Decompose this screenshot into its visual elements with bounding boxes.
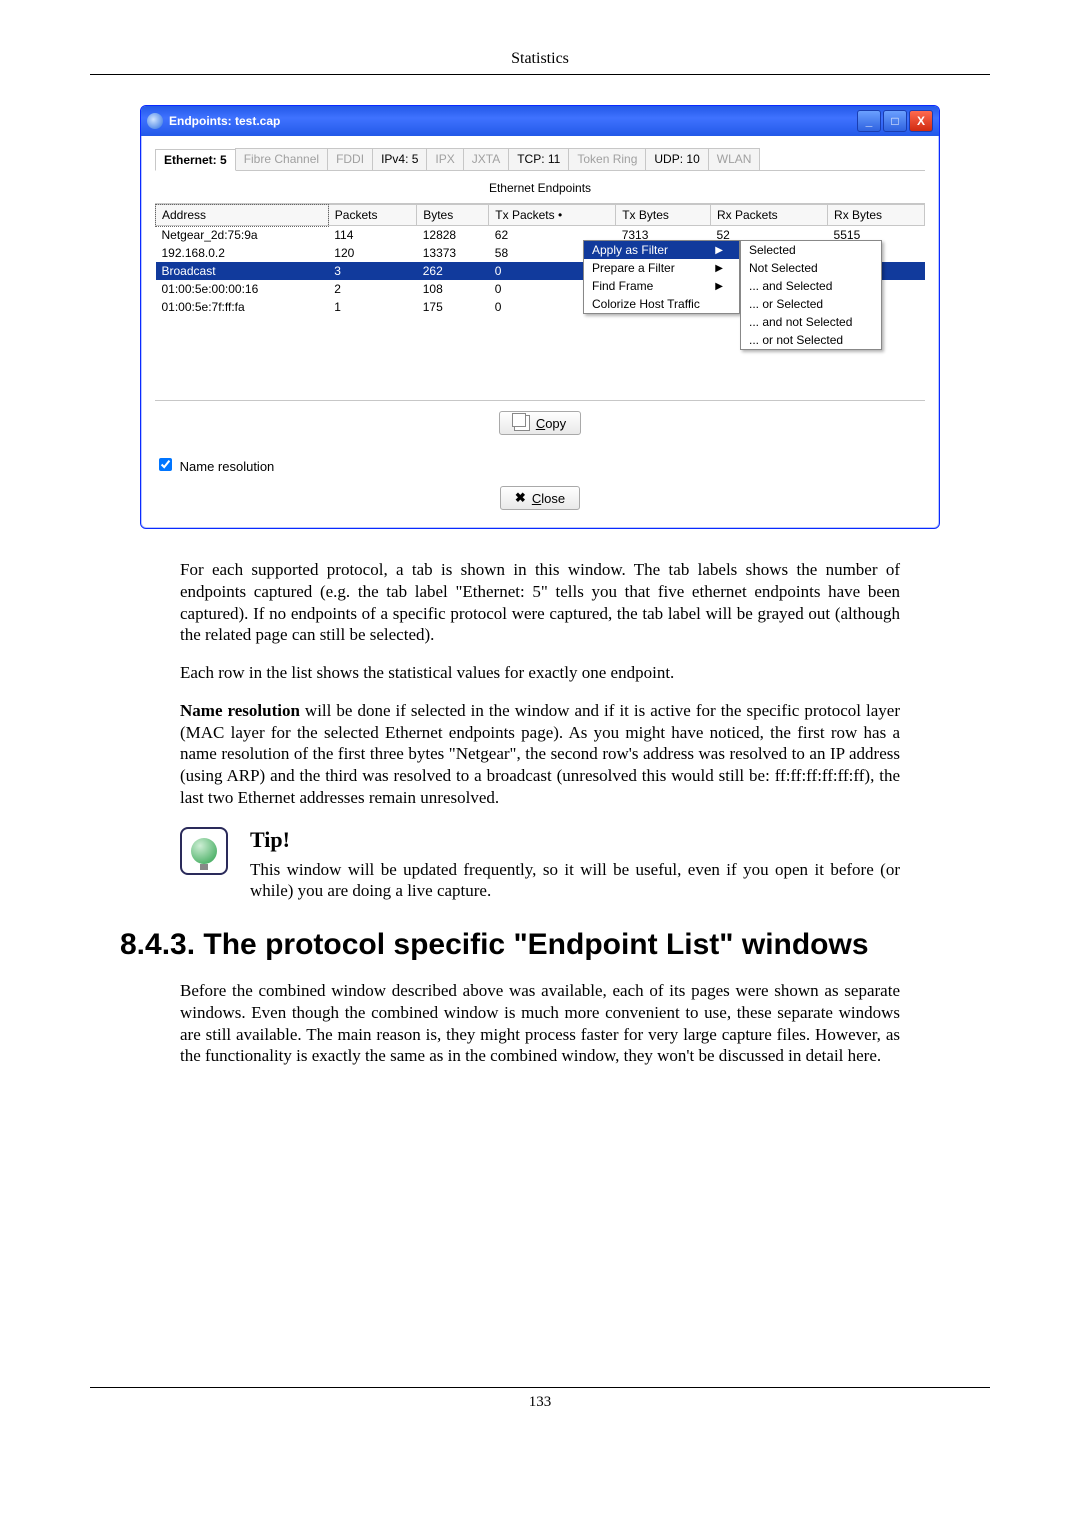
cell: Netgear_2d:75:9a <box>156 226 329 245</box>
submenu-arrow-icon: ▶ <box>715 281 723 292</box>
cell: 3 <box>328 262 416 280</box>
context-menu-primary[interactable]: Apply as Filter▶Prepare a Filter▶Find Fr… <box>583 240 740 314</box>
cell: Broadcast <box>156 262 329 280</box>
cell: 13373 <box>417 244 489 262</box>
panel-label: Ethernet Endpoints <box>155 175 925 204</box>
paragraph-4: Before the combined window described abo… <box>180 980 900 1067</box>
col-rx-packets[interactable]: Rx Packets <box>711 205 828 226</box>
ctx-item[interactable]: Apply as Filter▶ <box>584 241 739 259</box>
ctx-item[interactable]: ... or not Selected <box>741 331 881 349</box>
section-heading: 8.4.3. The protocol specific "Endpoint L… <box>120 928 960 962</box>
submenu-arrow-icon: ▶ <box>715 245 723 256</box>
name-resolution-row: Name resolution <box>155 445 925 474</box>
paragraph-3: Name resolution will be done if selected… <box>180 700 900 809</box>
col-tx-bytes[interactable]: Tx Bytes <box>616 205 711 226</box>
ctx-item[interactable]: Not Selected <box>741 259 881 277</box>
close-label: Close <box>532 491 565 506</box>
tab-fibre-channel[interactable]: Fibre Channel <box>235 148 328 170</box>
copy-icon <box>514 415 530 431</box>
copy-row: Copy <box>155 400 925 445</box>
tab-ipv4-5[interactable]: IPv4: 5 <box>372 148 427 170</box>
tip-title: Tip! <box>250 827 900 853</box>
ctx-item[interactable]: ... and not Selected <box>741 313 881 331</box>
header-rule <box>90 74 990 75</box>
tip-body: This window will be updated frequently, … <box>250 859 900 903</box>
ctx-item[interactable]: ... or Selected <box>741 295 881 313</box>
cell: 120 <box>328 244 416 262</box>
name-resolution-input[interactable] <box>159 458 172 471</box>
app-icon <box>147 113 163 129</box>
tip-block: Tip! This window will be updated frequen… <box>180 827 900 903</box>
page-footer: 133 <box>90 1387 990 1411</box>
page-number: 133 <box>529 1394 552 1410</box>
protocol-tabs: Ethernet: 5Fibre ChannelFDDIIPv4: 5IPXJX… <box>155 148 925 171</box>
close-row: ✖ Close <box>155 474 925 514</box>
minimize-button[interactable]: _ <box>857 110 881 132</box>
paragraph-1: For each supported protocol, a tab is sh… <box>180 559 900 646</box>
cell: 01:00:5e:00:00:16 <box>156 280 329 298</box>
paragraph-2: Each row in the list shows the statistic… <box>180 662 900 684</box>
tab-fddi[interactable]: FDDI <box>327 148 373 170</box>
tab-token-ring[interactable]: Token Ring <box>568 148 646 170</box>
cell: 108 <box>417 280 489 298</box>
ctx-item[interactable]: ... and Selected <box>741 277 881 295</box>
copy-label: Copy <box>536 416 566 431</box>
col-packets[interactable]: Packets <box>328 205 416 226</box>
ctx-item[interactable]: Prepare a Filter▶ <box>584 259 739 277</box>
cell: 114 <box>328 226 416 245</box>
cell: 1 <box>328 298 416 316</box>
name-resolution-checkbox[interactable]: Name resolution <box>155 459 274 474</box>
col-address[interactable]: Address <box>156 205 329 226</box>
maximize-button[interactable]: □ <box>883 110 907 132</box>
col-rx-bytes[interactable]: Rx Bytes <box>828 205 925 226</box>
name-resolution-label: Name resolution <box>180 459 275 474</box>
close-button[interactable]: ✖ Close <box>500 486 580 510</box>
cell: 12828 <box>417 226 489 245</box>
submenu-arrow-icon: ▶ <box>715 263 723 274</box>
endpoints-table-wrap: AddressPacketsBytesTx PacketsTx BytesRx … <box>155 204 925 400</box>
ctx-item[interactable]: Selected <box>741 241 881 259</box>
window-close-button[interactable]: X <box>909 110 933 132</box>
endpoints-window: Endpoints: test.cap _ □ X Ethernet: 5Fib… <box>140 105 940 529</box>
context-menu-secondary[interactable]: SelectedNot Selected... and Selected... … <box>740 240 882 350</box>
tip-icon <box>180 827 228 875</box>
tab-tcp-11[interactable]: TCP: 11 <box>508 148 569 170</box>
cell: 2 <box>328 280 416 298</box>
running-header: Statistics <box>90 50 990 68</box>
tab-wlan[interactable]: WLAN <box>708 148 761 170</box>
tab-ethernet-5[interactable]: Ethernet: 5 <box>155 149 236 171</box>
window-title: Endpoints: test.cap <box>169 114 280 128</box>
tab-udp-10[interactable]: UDP: 10 <box>645 148 708 170</box>
close-icon: ✖ <box>515 490 526 506</box>
cell: 01:00:5e:7f:ff:fa <box>156 298 329 316</box>
cell: 192.168.0.2 <box>156 244 329 262</box>
ctx-item[interactable]: Find Frame▶ <box>584 277 739 295</box>
ctx-item[interactable]: Colorize Host Traffic <box>584 295 739 313</box>
window-titlebar[interactable]: Endpoints: test.cap _ □ X <box>141 106 939 136</box>
cell: 262 <box>417 262 489 280</box>
tab-ipx[interactable]: IPX <box>426 148 463 170</box>
cell: 175 <box>417 298 489 316</box>
copy-button[interactable]: Copy <box>499 411 581 435</box>
col-tx-packets[interactable]: Tx Packets <box>489 205 616 226</box>
col-bytes[interactable]: Bytes <box>417 205 489 226</box>
tab-jxta[interactable]: JXTA <box>463 148 509 170</box>
